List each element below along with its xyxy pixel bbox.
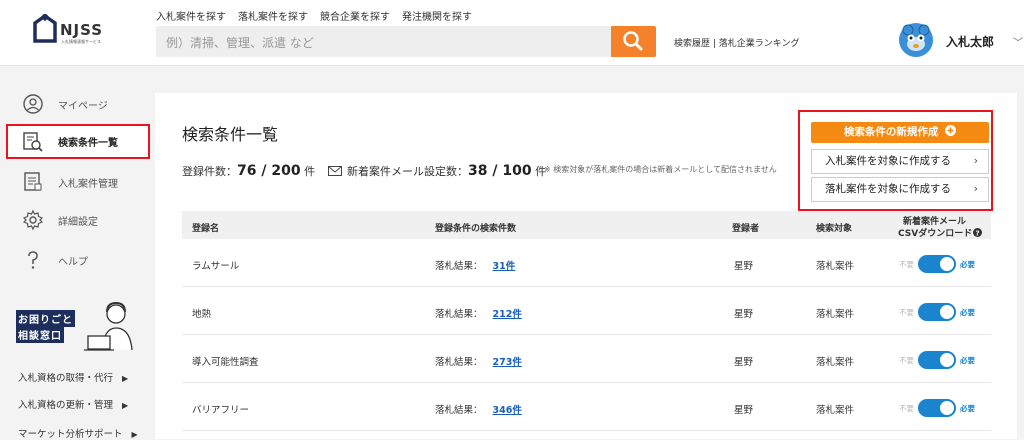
create-for-bids-option[interactable]: 入札案件を対象に作成する › [811,149,989,174]
sublink-market-analysis[interactable]: マーケット分析サポート ▶ [18,426,138,440]
col-csv: CSVダウンロード? [898,226,983,239]
sidebar-item-label: 入札案件管理 [58,178,118,190]
help-title-2: 相談窓口 [16,326,64,343]
nav-agency-search[interactable]: 発注機関を探す [402,8,472,23]
mail-icon [328,166,342,176]
table-row[interactable]: 地熱 落札結果： 212件 星野 落札案件 不要 必要 [182,287,991,335]
result-count-link[interactable]: 212件 [493,309,522,320]
operator-illustration-icon [84,301,133,351]
smiley-icon [23,94,43,114]
top-nav: 入札案件を探す 落札案件を探す 競合企業を探す 発注機関を探す [156,8,472,23]
chevron-right-icon: › [973,183,978,195]
logo-house-icon [33,14,57,43]
sidebar-item-settings[interactable]: 詳細設定 [22,208,152,232]
result-count-link[interactable]: 31件 [493,261,516,272]
history-ranking-links[interactable]: 検索履歴 | 落札企業ランキング [674,36,800,49]
search-icon [623,31,643,51]
document-icon [24,172,42,191]
chevron-right-icon: › [973,155,978,167]
search-button[interactable] [611,26,656,57]
logo-subtitle: 入札情報速報サービス [61,39,101,44]
sidebar-item-label: マイページ [58,100,108,112]
logo-name: NJSS [60,21,104,39]
help-circle-icon[interactable]: ? [973,228,983,237]
search-list-icon [23,131,43,152]
result-count-link[interactable]: 273件 [493,357,522,368]
sidebar-item-search-conditions[interactable]: 検索条件一覧 [6,124,150,159]
mail-toggle[interactable]: 不要 必要 [899,351,991,369]
mail-toggle[interactable]: 不要 必要 [899,303,991,321]
mail-note: ※ 検索対象が落札案件の場合は新着メールとして配信されません [544,165,777,174]
user-avatar[interactable] [898,22,934,58]
sidebar-item-bid-management[interactable]: 入札案件管理 [22,170,152,194]
sidebar-item-label: ヘルプ [58,256,88,268]
search-input[interactable]: 例）清掃、管理、派遣 など [156,26,611,57]
plus-circle-icon [945,125,957,136]
sublink-qualification-renew[interactable]: 入札資格の更新・管理 ▶ [18,397,128,411]
sidebar-item-label: 検索条件一覧 [58,138,118,149]
table-row[interactable]: バリアフリー 落札結果： 346件 星野 落札案件 不要 必要 [182,383,991,431]
registration-count: 登録件数：76 / 200 件 [182,163,316,179]
sidebar-item-help[interactable]: ヘルプ [22,248,152,272]
help-title-1: お困りごと [16,310,75,327]
user-name[interactable]: 入札太郎 [946,33,994,50]
gear-icon [22,209,44,231]
main-panel: 検索条件一覧 登録件数：76 / 200 件 新着案件メール設定数：38 / 1… [155,93,1017,439]
new-condition-button[interactable]: 検索条件の新規作成 [811,122,989,143]
table-row[interactable]: 導入可能性調査 落札結果： 273件 星野 落札案件 不要 必要 [182,335,991,383]
mail-toggle[interactable]: 不要 必要 [899,255,991,273]
sidebar: マイページ 検索条件一覧 入札案件管理 詳細設定 ヘルプ お困りごと 相談窓口 … [0,66,155,440]
mail-toggle[interactable]: 不要 必要 [899,399,991,417]
mail-setting-count: 新着案件メール設定数：38 / 100 件 [328,163,546,179]
sublink-qualification-acquire[interactable]: 入札資格の取得・代行 ▶ [18,370,128,384]
top-header: NJSS 入札情報速報サービス 入札案件を探す 落札案件を探す 競合企業を探す … [0,0,1024,66]
col-name: 登録名 [192,224,220,234]
njss-logo[interactable]: NJSS 入札情報速報サービス [33,13,113,49]
col-target: 検索対象 [816,224,853,234]
svg-text:?: ? [976,229,980,237]
chevron-down-icon[interactable]: ﹀ [1013,34,1023,49]
table-header: 登録名 登録条件の検索件数 登録者 検索対象 新着案件メール CSVダウンロード… [182,211,991,239]
question-icon [28,251,38,269]
page-title: 検索条件一覧 [182,125,279,144]
nav-bid-search[interactable]: 入札案件を探す [156,8,226,23]
col-result-count: 登録条件の検索件数 [435,224,517,234]
sidebar-item-label: 詳細設定 [58,216,98,228]
table-row[interactable]: ラムサール 落札結果： 31件 星野 落札案件 不要 必要 [182,239,991,287]
col-user: 登録者 [732,224,760,234]
help-desk-banner[interactable]: お困りごと 相談窓口 [16,301,140,358]
nav-award-search[interactable]: 落札案件を探す [238,8,308,23]
nav-competitor-search[interactable]: 競合企業を探す [320,8,390,23]
result-count-link[interactable]: 346件 [493,405,522,416]
sidebar-item-mypage[interactable]: マイページ [22,92,152,116]
create-for-awards-option[interactable]: 落札案件を対象に作成する › [811,177,989,202]
